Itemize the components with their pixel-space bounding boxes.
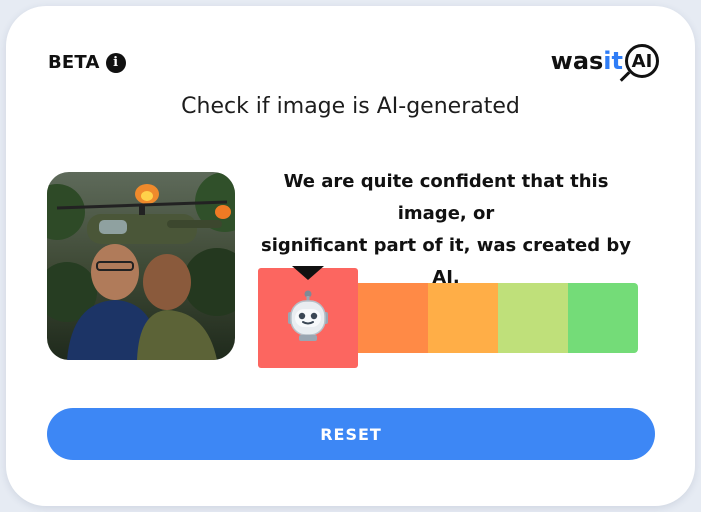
beta-label: BETA (48, 52, 100, 73)
logo-text-was: was (550, 47, 604, 75)
meter-pointer-icon (292, 266, 324, 280)
uploaded-image-thumbnail (47, 172, 235, 360)
logo-text-ai: AI (631, 50, 653, 72)
magnifier-icon: AI (625, 44, 659, 78)
page-title: Check if image is AI-generated (181, 94, 520, 119)
beta-indicator: BETA i (48, 52, 126, 73)
verdict-line-1: We are quite confident that this image, … (283, 171, 609, 224)
meter-segment-3 (428, 283, 498, 353)
wasitai-logo[interactable]: was it AI (551, 44, 659, 78)
reset-button[interactable]: RESET (47, 408, 655, 460)
meter-segment-2 (358, 283, 428, 353)
logo-text-it: it (603, 47, 623, 75)
meter-segment-5 (568, 283, 638, 353)
info-icon[interactable]: i (105, 52, 126, 73)
confidence-meter (258, 266, 638, 368)
meter-segment-active (258, 266, 358, 368)
checker-card: BETA i was it AI Check if image is AI-ge… (6, 6, 695, 506)
robot-icon (286, 290, 330, 346)
meter-segment-4 (498, 283, 568, 353)
